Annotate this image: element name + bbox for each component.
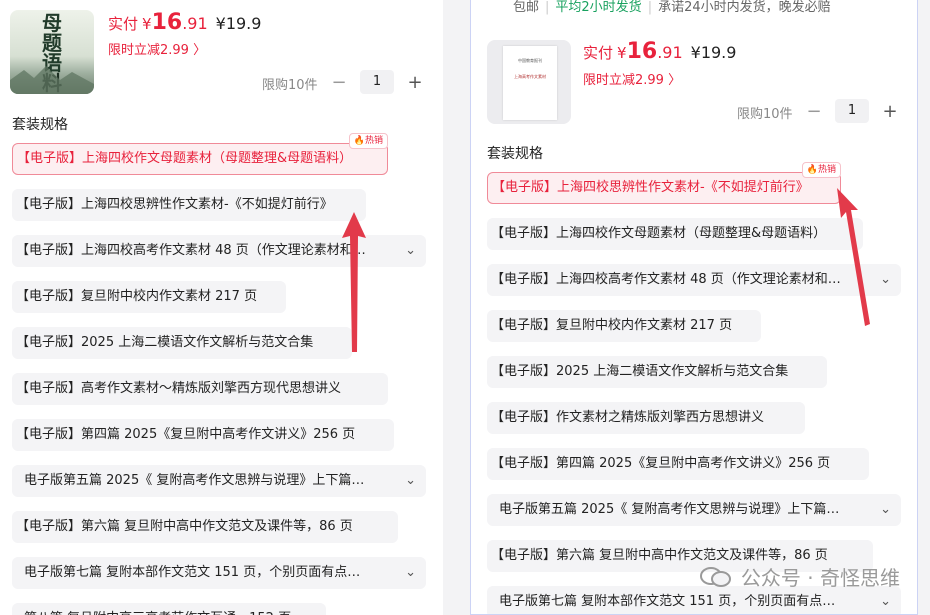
- purchase-limit: 限购10件: [262, 78, 318, 93]
- hot-sale-badge: 🔥热销: [348, 133, 388, 149]
- quantity-input[interactable]: 1: [360, 70, 394, 94]
- currency-symbol: ¥: [142, 15, 152, 33]
- spec-option-label: 【电子版】上海四校思辨性作文素材-《不如提灯前行》: [492, 180, 809, 195]
- spec-option-label: 【电子版】上海四校作文母题素材（母题整理&母题语料）: [491, 226, 827, 241]
- product-thumbnail: 母 题 语 料: [10, 10, 94, 94]
- spec-option[interactable]: 【电子版】高考作文素材～精炼版刘擎西方现代思想讲义: [12, 373, 388, 405]
- spec-option[interactable]: 【电子版】第四篇 2025《复旦附中高考作文讲义》256 页: [12, 419, 394, 451]
- spec-option[interactable]: 【电子版】上海四校高考作文素材 48 页（作文理论素材和… ⌄: [12, 235, 426, 267]
- spec-section-title: 套装规格: [12, 117, 68, 133]
- wechat-icon: [699, 566, 731, 587]
- left-sku-panel: 母 题 语 料 实付 ¥ 16 .91 ¥19.9 限时立减2.99 〉 限购1…: [0, 0, 443, 615]
- document-page: 中国教育报刊 上海高考作文素材: [503, 46, 557, 120]
- spec-option[interactable]: 电子版第五篇 2025《 复附高考作文思辨与说理》上下篇… ⌄: [487, 494, 901, 526]
- quantity-stepper: − 1 +: [805, 99, 899, 123]
- spec-option-label: 【电子版】上海四校作文母题素材（母题整理&母题语料）: [17, 151, 353, 166]
- discount-link[interactable]: 限时立减2.99 〉: [108, 39, 206, 58]
- mountain-illustration: [10, 66, 94, 94]
- increase-button[interactable]: +: [406, 72, 424, 93]
- spec-option[interactable]: 【电子版】2025 上海二模语文作文解析与范文合集: [487, 356, 827, 388]
- hot-badge-label: 热销: [817, 165, 836, 175]
- increase-button[interactable]: +: [881, 101, 899, 122]
- spec-option[interactable]: 【电子版】上海四校思辨性作文素材-《不如提灯前行》: [12, 189, 366, 221]
- chevron-down-icon: ⌄: [405, 565, 416, 580]
- spec-option-label: 【电子版】2025 上海二模语文作文解析与范文合集: [16, 335, 314, 350]
- spec-option[interactable]: 【电子版】2025 上海二模语文作文解析与范文合集: [12, 327, 352, 359]
- spec-option-label: 【电子版】第四篇 2025《复旦附中高考作文讲义》256 页: [16, 427, 356, 442]
- spec-option-label: 【电子版】第四篇 2025《复旦附中高考作文讲义》256 页: [491, 456, 831, 471]
- right-sku-panel: 包邮 | 平均2小时发货 | 承诺24小时内发货，晚发必赔 中国教育报刊 上海高考作文素…: [470, 0, 918, 615]
- spec-option-label: 【电子版】作文素材之精炼版刘擎西方思想讲义: [491, 410, 765, 425]
- chevron-down-icon: ⌄: [405, 243, 416, 258]
- original-price: ¥19.9: [690, 43, 737, 62]
- divider: |: [647, 0, 653, 15]
- spec-option-label: 电子版第五篇 2025《 复附高考作文思辨与说理》上下篇…: [499, 502, 840, 517]
- hot-sale-badge: 🔥热销: [801, 162, 841, 178]
- product-thumbnail: 中国教育报刊 上海高考作文素材: [487, 40, 571, 124]
- chevron-down-icon: ⌄: [405, 473, 416, 488]
- spec-option-label: 【电子版】上海四校高考作文素材 48 页（作文理论素材和…: [16, 243, 366, 258]
- spec-option[interactable]: 【电子版】第六篇 复旦附中高中作文范文及课件等，86 页: [12, 511, 398, 543]
- spec-option-label: 【电子版】上海四校高考作文素材 48 页（作文理论素材和…: [491, 272, 841, 287]
- decrease-button[interactable]: −: [330, 72, 348, 93]
- ship-promise: 承诺24小时内发货，晚发必赔: [658, 0, 831, 15]
- price-integer: 16: [626, 39, 658, 64]
- spec-option-selected[interactable]: 【电子版】上海四校作文母题素材（母题整理&母题语料） 🔥热销: [12, 133, 388, 175]
- annotation-arrow: [837, 188, 870, 326]
- quantity-input[interactable]: 1: [835, 99, 869, 123]
- divider: |: [545, 0, 550, 15]
- quantity-stepper: − 1 +: [330, 70, 424, 94]
- spec-option[interactable]: 【电子版】上海四校高考作文素材 48 页（作文理论素材和… ⌄: [487, 264, 901, 296]
- spec-option-label: 【电子版】2025 上海二模语文作文解析与范文合集: [491, 364, 789, 379]
- spec-option-label: 【电子版】上海四校思辨性作文素材-《不如提灯前行》: [16, 197, 333, 212]
- doc-header-text: 中国教育报刊: [518, 58, 542, 63]
- decrease-button[interactable]: −: [805, 101, 823, 122]
- spec-option[interactable]: 【电子版】复旦附中校内作文素材 217 页: [12, 281, 286, 313]
- spec-option-label: 【电子版】复旦附中校内作文素材 217 页: [16, 289, 258, 304]
- spec-option-label: 【电子版】高考作文素材～精炼版刘擎西方现代思想讲义: [16, 381, 342, 396]
- price-row: 实付 ¥ 16 .91 ¥19.9: [583, 39, 736, 64]
- chevron-down-icon: ⌄: [880, 502, 891, 517]
- watermark-text: 公众号 · 奇怪思维: [740, 566, 900, 590]
- spec-section-title: 套装规格: [487, 146, 543, 162]
- actual-price-label: 实付: [108, 15, 139, 33]
- spec-option[interactable]: 电子版第七篇 复附本部作文范文 151 页，个别页面有点… ⌄: [12, 557, 426, 589]
- spec-option[interactable]: 第八篇 复旦附中高三高考范作文互通，152 页: [12, 603, 326, 615]
- price-row: 实付 ¥ 16 .91 ¥19.9: [108, 10, 261, 35]
- doc-title-text: 上海高考作文素材: [514, 74, 546, 79]
- spec-option[interactable]: 【电子版】复旦附中校内作文素材 217 页: [487, 310, 761, 342]
- free-shipping-label: 包邮: [513, 0, 540, 15]
- wechat-watermark: 公众号 · 奇怪思维: [699, 562, 900, 591]
- spec-option[interactable]: 电子版第五篇 2025《 复附高考作文思辨与说理》上下篇… ⌄: [12, 465, 426, 497]
- shipping-info-strip: 包邮 | 平均2小时发货 | 承诺24小时内发货，晚发必赔: [513, 0, 831, 15]
- price-decimal: .91: [182, 14, 208, 33]
- spec-option-label: 第八篇 复旦附中高三高考范作文互通，152 页: [24, 603, 291, 615]
- discount-link[interactable]: 限时立减2.99 〉: [583, 69, 681, 88]
- avg-ship-time: 平均2小时发货: [555, 0, 642, 15]
- spec-option[interactable]: 【电子版】上海四校作文母题素材（母题整理&母题语料）: [487, 218, 863, 250]
- purchase-limit: 限购10件: [737, 107, 793, 122]
- spec-option-label: 电子版第七篇 复附本部作文范文 151 页，个别页面有点…: [24, 565, 361, 580]
- price-decimal: .91: [657, 43, 683, 62]
- spec-option[interactable]: 【电子版】作文素材之精炼版刘擎西方思想讲义: [487, 402, 805, 434]
- price-integer: 16: [151, 10, 183, 35]
- actual-price-label: 实付: [583, 44, 614, 62]
- spec-option-label: 【电子版】第六篇 复旦附中高中作文范文及课件等，86 页: [16, 519, 353, 534]
- hot-badge-label: 热销: [364, 136, 383, 146]
- chevron-down-icon: ⌄: [880, 272, 891, 287]
- spec-option-label: 电子版第五篇 2025《 复附高考作文思辨与说理》上下篇…: [24, 473, 365, 488]
- spec-option-selected[interactable]: 【电子版】上海四校思辨性作文素材-《不如提灯前行》 🔥热销: [487, 162, 841, 204]
- spec-option[interactable]: 【电子版】第四篇 2025《复旦附中高考作文讲义》256 页: [487, 448, 869, 480]
- spec-option-label: 【电子版】复旦附中校内作文素材 217 页: [491, 318, 733, 333]
- currency-symbol: ¥: [617, 44, 627, 62]
- original-price: ¥19.9: [215, 14, 262, 33]
